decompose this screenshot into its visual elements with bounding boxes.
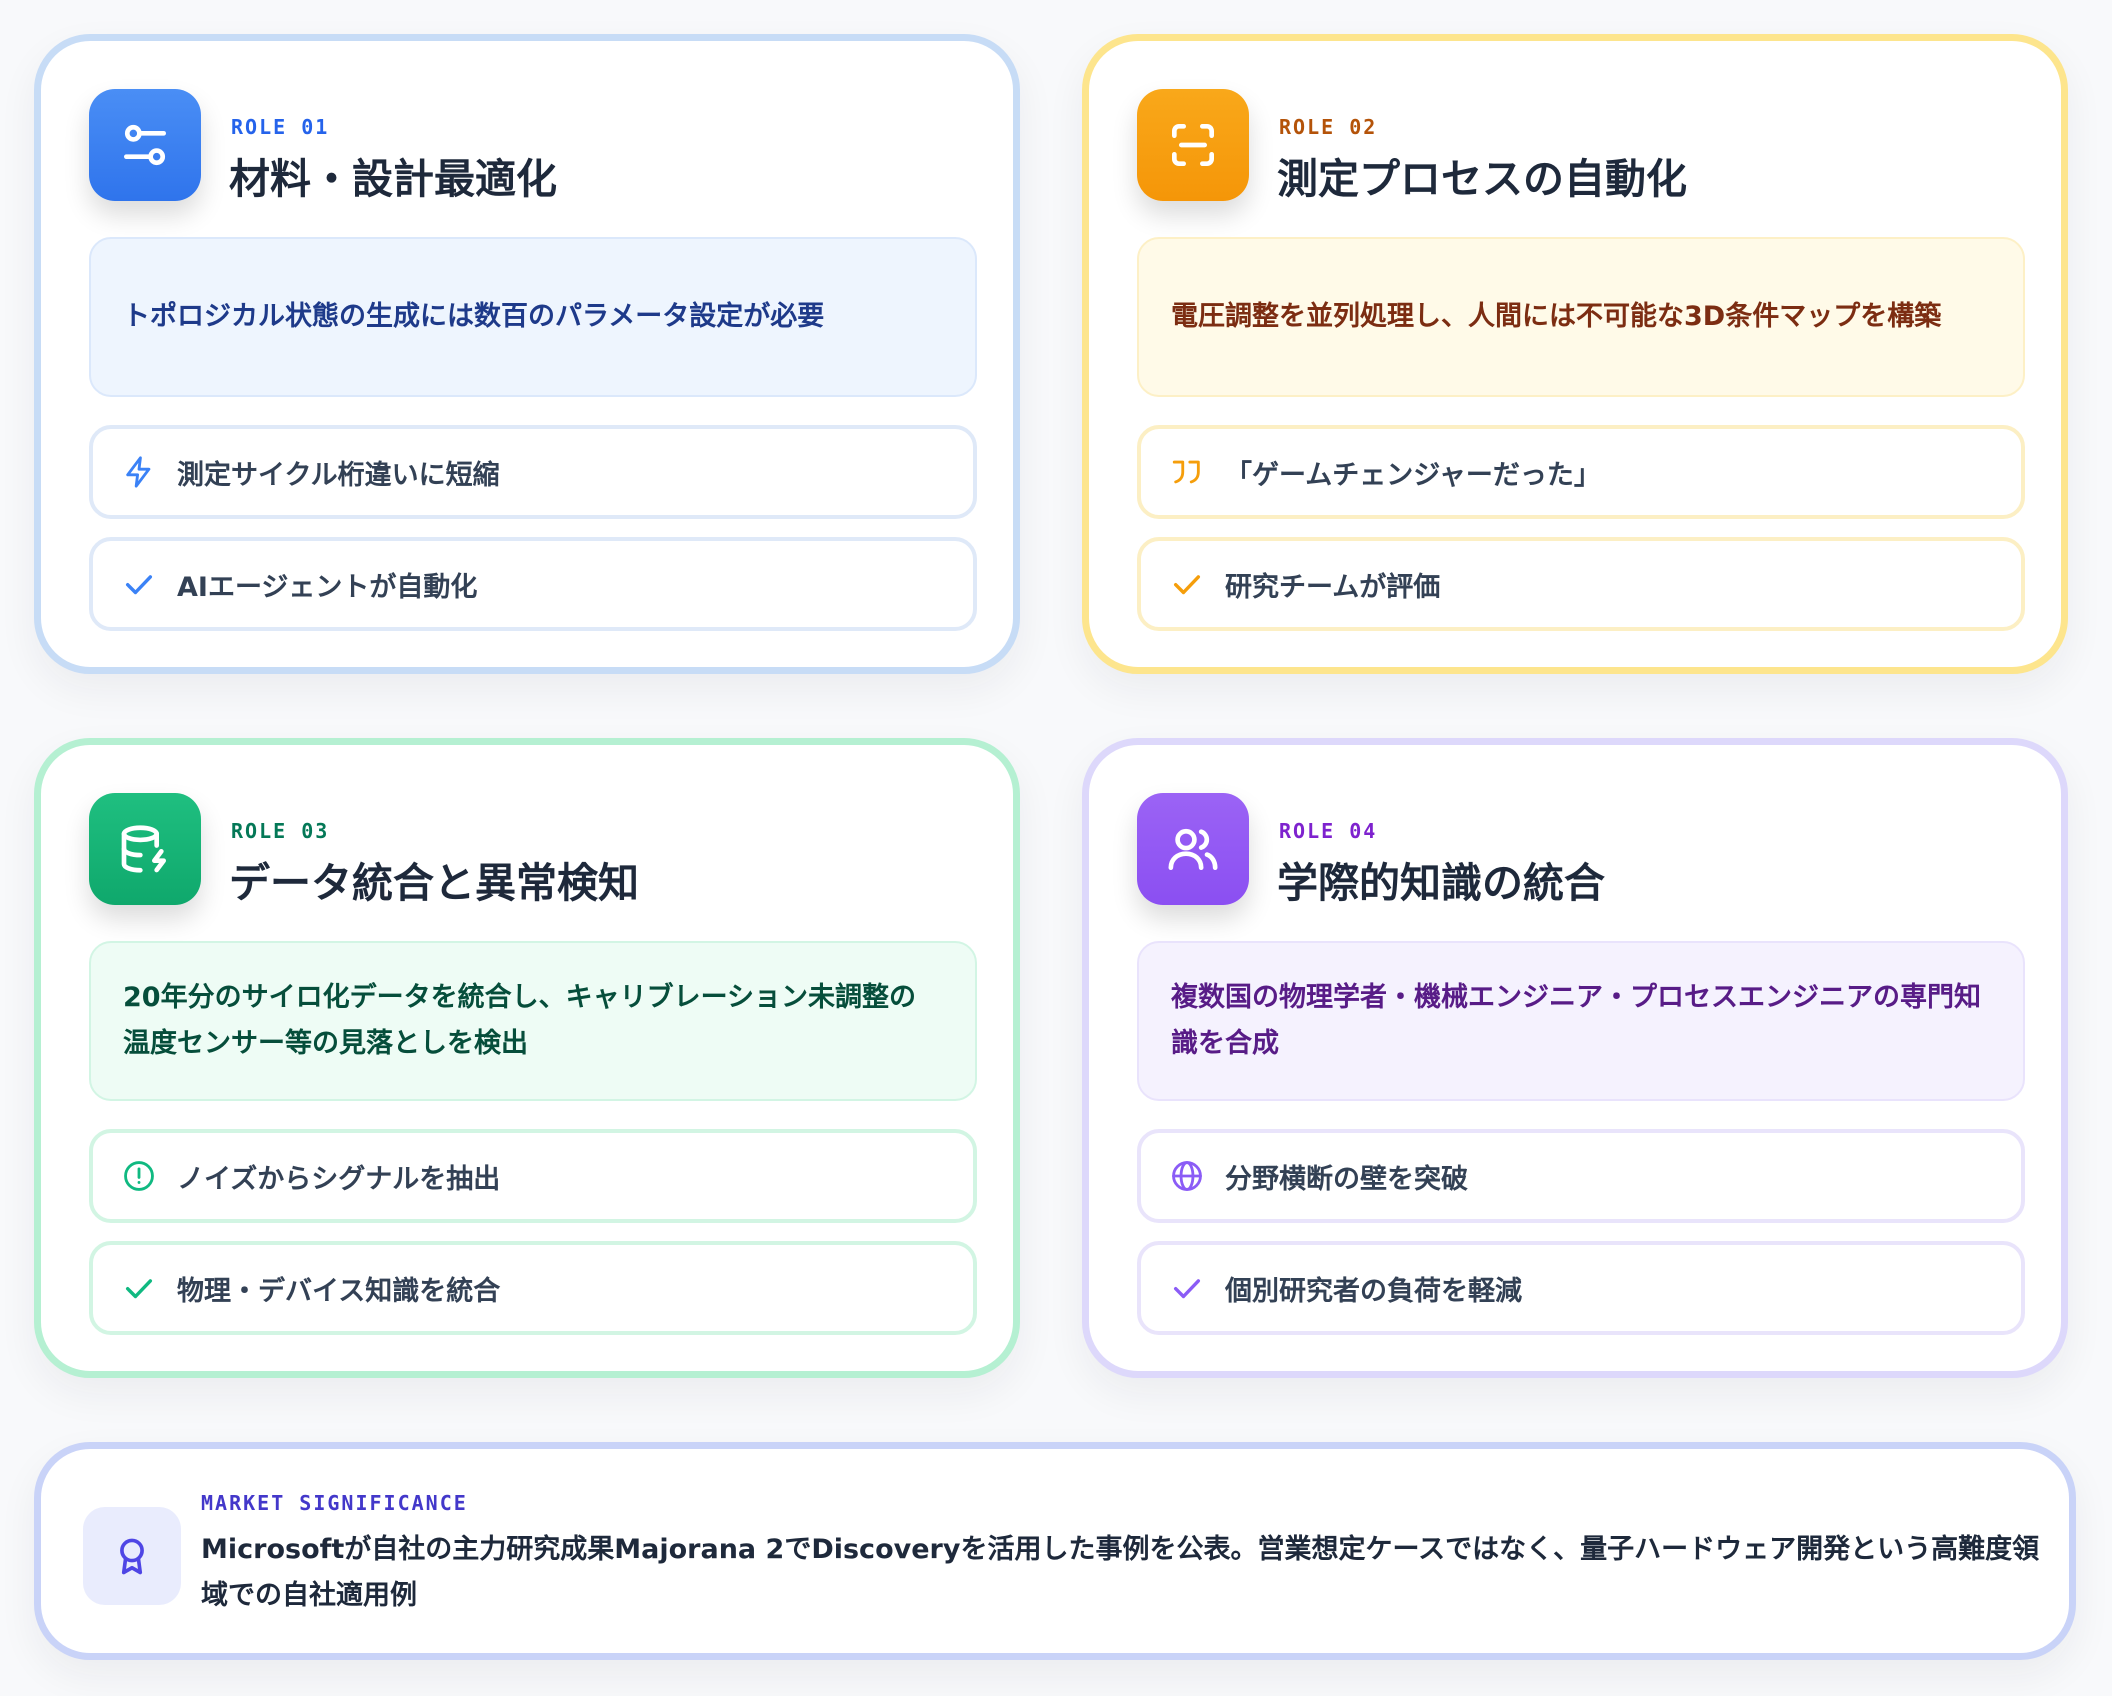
role-card-01: ROLE 01 材料・設計最適化 トポロジカル状態の生成には数百のパラメータ設定… [34, 34, 1020, 674]
market-text: Microsoftが自社の主力研究成果Majorana 2でDiscoveryを… [201, 1534, 2040, 1611]
sliders-icon [89, 89, 201, 201]
lightning-icon [121, 454, 157, 490]
feature-item: 物理・デバイス知識を統合 [89, 1241, 977, 1335]
role-label: ROLE 02 [1279, 115, 1378, 139]
feature-item: 個別研究者の負荷を軽減 [1137, 1241, 2025, 1335]
feature-label: 分野横断の壁を突破 [1225, 1163, 1468, 1195]
feature-label: 物理・デバイス知識を統合 [177, 1275, 501, 1307]
feature-item: 「ゲームチェンジャーだった」 [1137, 425, 2025, 519]
feature-label: ノイズからシグナルを抽出 [177, 1163, 501, 1195]
card-description: 電圧調整を並列処理し、人間には不可能な3D条件マップを構築 [1137, 237, 2025, 397]
role-label: ROLE 04 [1279, 819, 1378, 843]
database-bolt-icon [89, 793, 201, 905]
users-icon [1137, 793, 1249, 905]
role-card-02: ROLE 02 測定プロセスの自動化 電圧調整を並列処理し、人間には不可能な3D… [1082, 34, 2068, 674]
feature-label: 個別研究者の負荷を軽減 [1225, 1275, 1522, 1307]
market-tag: MARKET SIGNIFICANCE [201, 1491, 468, 1515]
check-icon [1169, 1270, 1205, 1306]
feature-item: 測定サイクル桁違いに短縮 [89, 425, 977, 519]
role-card-04: ROLE 04 学際的知識の統合 複数国の物理学者・機械エンジニア・プロセスエン… [1082, 738, 2068, 1378]
role-label: ROLE 03 [231, 819, 330, 843]
card-title: 測定プロセスの自動化 [1277, 155, 1687, 203]
market-significance-card: MARKET SIGNIFICANCE Microsoftが自社の主力研究成果M… [34, 1442, 2076, 1660]
globe-icon [1169, 1158, 1205, 1194]
feature-item: AIエージェントが自動化 [89, 537, 977, 631]
scan-icon [1137, 89, 1249, 201]
quote-icon [1169, 454, 1205, 490]
feature-item: 分野横断の壁を突破 [1137, 1129, 2025, 1223]
feature-label: 測定サイクル桁違いに短縮 [177, 459, 500, 491]
card-description: 20年分のサイロ化データを統合し、キャリブレーション未調整の温度センサー等の見落… [89, 941, 977, 1101]
card-title: データ統合と異常検知 [229, 859, 639, 907]
alert-circle-icon [121, 1158, 157, 1194]
role-card-03: ROLE 03 データ統合と異常検知 20年分のサイロ化データを統合し、キャリブ… [34, 738, 1020, 1378]
feature-label: 研究チームが評価 [1225, 571, 1441, 603]
card-description: トポロジカル状態の生成には数百のパラメータ設定が必要 [89, 237, 977, 397]
card-description: 複数国の物理学者・機械エンジニア・プロセスエンジニアの専門知識を合成 [1137, 941, 2025, 1101]
feature-item: 研究チームが評価 [1137, 537, 2025, 631]
check-icon [121, 1270, 157, 1306]
feature-label: AIエージェントが自動化 [177, 571, 478, 603]
role-label: ROLE 01 [231, 115, 330, 139]
award-icon [83, 1507, 181, 1605]
card-title: 学際的知識の統合 [1277, 859, 1605, 907]
check-icon [1169, 566, 1205, 602]
feature-item: ノイズからシグナルを抽出 [89, 1129, 977, 1223]
feature-label: 「ゲームチェンジャーだった」 [1225, 459, 1601, 491]
card-title: 材料・設計最適化 [229, 155, 557, 203]
check-icon [121, 566, 157, 602]
